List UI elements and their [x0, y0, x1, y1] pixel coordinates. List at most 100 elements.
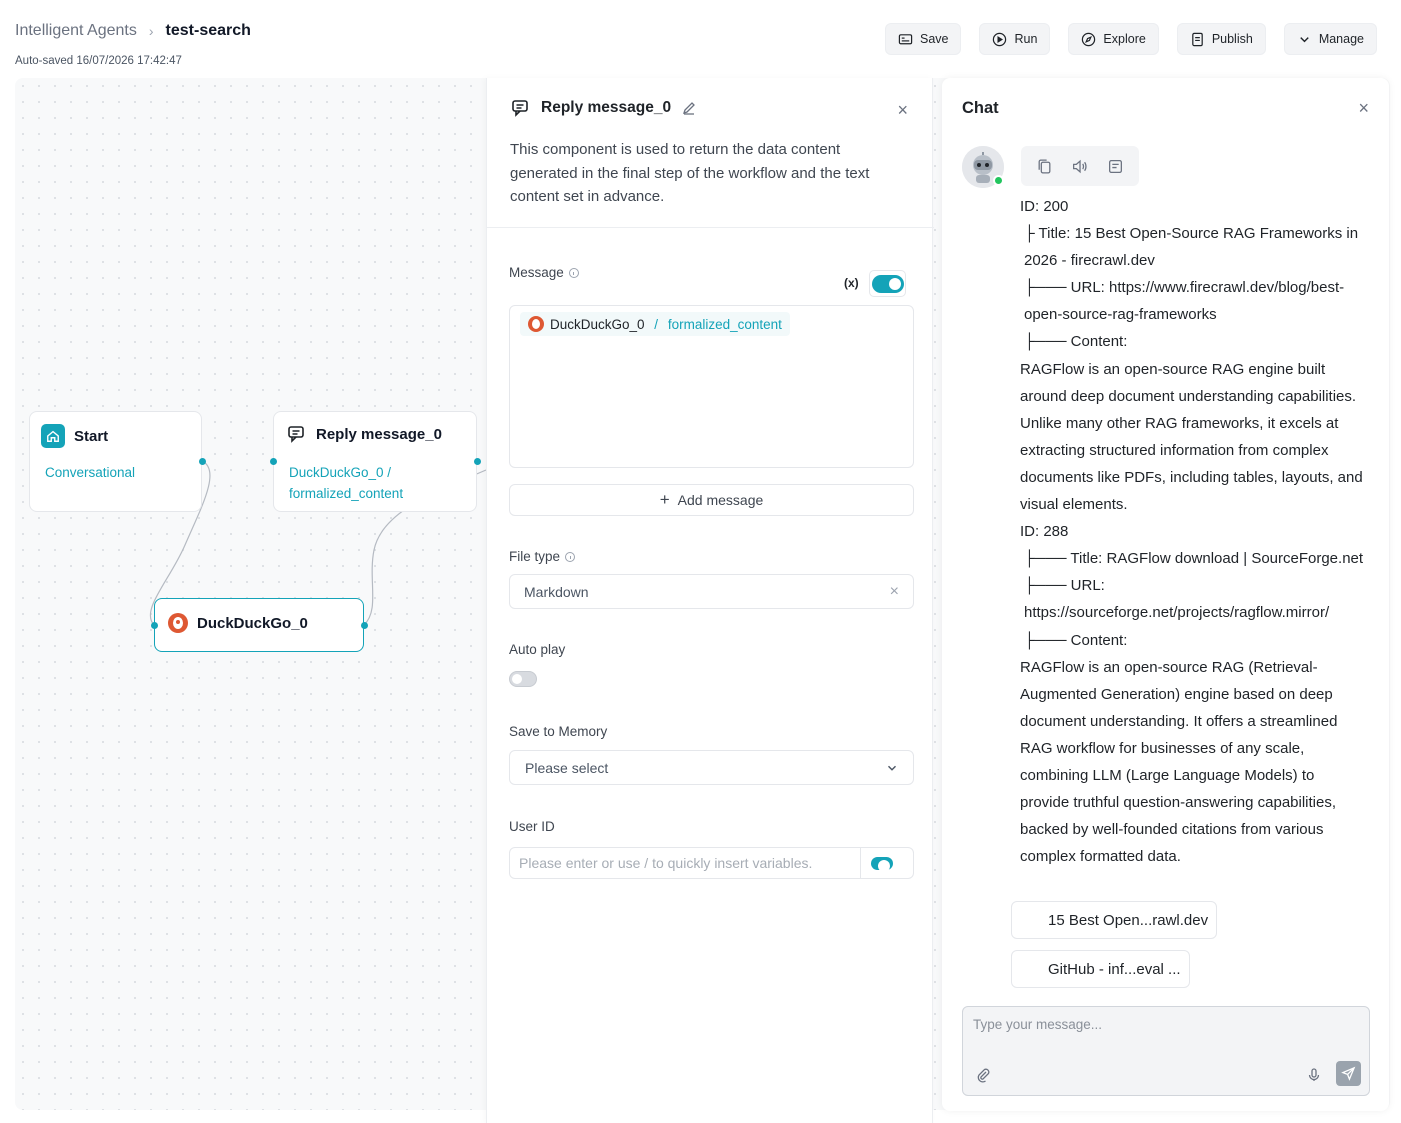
user-id-field: [509, 847, 914, 879]
duckduckgo-node[interactable]: DuckDuckGo_0: [151, 598, 368, 652]
manage-button[interactable]: Manage: [1283, 23, 1377, 55]
top-bar: Intelligent Agents › test-search Auto-sa…: [0, 0, 1401, 78]
microphone-icon[interactable]: [1306, 1067, 1322, 1083]
breadcrumb-current: test-search: [165, 22, 251, 39]
props-header: Reply message_0: [511, 98, 697, 118]
document-icon: [1192, 32, 1203, 46]
send-icon: [1341, 1066, 1356, 1081]
file-type-label-text: File type: [509, 549, 561, 564]
message-line: ├─── URL: https://www.firecrawl.dev/blog…: [1024, 279, 1345, 324]
message-line: ├─── Title: RAGFlow download | SourceFor…: [1024, 550, 1364, 568]
props-divider: [487, 227, 934, 228]
user-id-label: User ID: [509, 819, 555, 834]
component-properties-panel: Reply message_0 × This component is used…: [486, 78, 934, 1123]
props-close-button[interactable]: ×: [897, 100, 908, 121]
chevron-down-icon: [1300, 36, 1309, 42]
run-label: Run: [1014, 32, 1038, 46]
message-field-label: Message: [509, 265, 579, 280]
assistant-message: ID: 200 ├ Title: 15 Best Open-Source RAG…: [1020, 193, 1365, 870]
chat-title: Chat: [962, 99, 999, 117]
message-editor[interactable]: DuckDuckGo_0 / formalized_content: [509, 305, 914, 468]
props-description: This component is used to return the dat…: [510, 141, 870, 205]
reply-node-var-line2: formalized_content: [289, 486, 404, 501]
copy-icon[interactable]: [1036, 158, 1053, 175]
play-icon: [993, 32, 1007, 46]
chevron-down-icon: [888, 765, 896, 771]
start-node[interactable]: Start Conversational: [29, 411, 206, 512]
message-line: RAGFlow is an open-source RAG (Retrieval…: [1020, 658, 1338, 866]
info-icon: [568, 267, 579, 278]
reference-icon[interactable]: [1107, 158, 1124, 175]
start-node-title: Start: [74, 427, 109, 445]
user-id-toggle[interactable]: [871, 856, 893, 872]
variable-insert-button[interactable]: (x): [844, 276, 859, 290]
variable-separator: /: [650, 316, 662, 332]
add-message-button[interactable]: + Add message: [509, 484, 914, 516]
paperclip-icon[interactable]: [975, 1067, 991, 1083]
message-line: ├─── Content:: [1024, 631, 1128, 649]
info-icon: [565, 551, 576, 562]
variable-name: formalized_content: [667, 316, 782, 332]
publish-button[interactable]: Publish: [1176, 23, 1266, 55]
user-id-separator: [860, 847, 861, 879]
reply-message-icon: [512, 100, 528, 117]
user-id-input[interactable]: [510, 855, 860, 871]
message-actions: [1021, 146, 1139, 186]
reply-node-output-handle[interactable]: [474, 458, 481, 465]
breadcrumb-separator: ›: [148, 23, 154, 39]
message-line: ID: 200: [1020, 198, 1069, 215]
speaker-icon[interactable]: [1071, 158, 1088, 175]
file-type-select[interactable]: Markdown ×: [509, 574, 914, 609]
props-title: Reply message_0: [541, 99, 672, 116]
run-button[interactable]: Run: [979, 23, 1051, 55]
reply-node-header: Reply message_0: [287, 424, 442, 444]
message-line: ├─── URL: https://sourceforge.net/projec…: [1024, 577, 1330, 622]
variable-source: DuckDuckGo_0: [550, 316, 645, 332]
chat-panel: Chat × ID: 200 ├ Title: 15 Best Open-Sou…: [942, 78, 1389, 1111]
message-variable-chip[interactable]: DuckDuckGo_0 / formalized_content: [520, 312, 790, 336]
reply-message-node[interactable]: Reply message_0 DuckDuckGo_0 / formalize…: [270, 411, 481, 512]
explore-button[interactable]: Explore: [1068, 23, 1159, 55]
message-line: ├─── Content:: [1024, 333, 1128, 351]
edit-pencil-icon[interactable]: [681, 100, 697, 116]
online-status-dot: [993, 175, 1004, 186]
toolbar-actions: Save Run Explore Publish Manage: [884, 23, 1377, 55]
save-icon: [898, 33, 913, 44]
chat-input-box: [962, 1006, 1370, 1096]
reply-message-icon: [288, 426, 304, 443]
add-message-label: Add message: [677, 492, 764, 508]
start-node-subtitle: Conversational: [45, 465, 136, 480]
autosave-status: Auto-saved 16/07/2026 17:42:47: [15, 55, 182, 67]
compass-icon: [1082, 32, 1096, 46]
ddg-node-output-handle[interactable]: [361, 622, 368, 629]
chat-message-input[interactable]: [973, 1017, 1358, 1051]
message-line: ID: 288: [1020, 523, 1069, 541]
message-line: RAGFlow is an open-source RAG engine bui…: [1020, 360, 1363, 514]
start-node-header: Start: [41, 424, 108, 448]
breadcrumb: Intelligent Agents › test-search: [15, 22, 251, 40]
ddg-node-input-handle[interactable]: [151, 622, 158, 629]
file-type-label: File type: [509, 549, 576, 564]
reply-node-var-line1: DuckDuckGo_0 /: [289, 465, 392, 480]
ddg-node-title: DuckDuckGo_0: [197, 614, 308, 632]
ddg-node-header: DuckDuckGo_0: [168, 613, 308, 633]
start-node-output-handle[interactable]: [199, 458, 206, 465]
reply-node-input-handle[interactable]: [270, 458, 277, 465]
save-memory-label: Save to Memory: [509, 724, 608, 739]
save-label: Save: [919, 32, 949, 46]
auto-play-toggle[interactable]: [509, 671, 537, 687]
plus-icon: +: [659, 490, 670, 509]
save-memory-select[interactable]: Please select: [509, 750, 914, 785]
clear-icon[interactable]: ×: [890, 583, 899, 601]
chat-close-button[interactable]: ×: [1358, 98, 1369, 119]
message-line: ├ Title: 15 Best Open-Source RAG Framewo…: [1024, 225, 1359, 270]
save-button[interactable]: Save: [884, 23, 962, 55]
message-toggle[interactable]: [871, 274, 904, 293]
manage-label: Manage: [1318, 32, 1364, 46]
breadcrumb-root[interactable]: Intelligent Agents: [15, 22, 137, 40]
reply-node-title: Reply message_0: [316, 425, 442, 443]
reference-chip[interactable]: GitHub - inf...eval ...: [1011, 950, 1190, 988]
send-button[interactable]: [1336, 1061, 1361, 1086]
reference-chip[interactable]: 15 Best Open...rawl.dev: [1011, 901, 1218, 939]
publish-label: Publish: [1211, 32, 1253, 46]
